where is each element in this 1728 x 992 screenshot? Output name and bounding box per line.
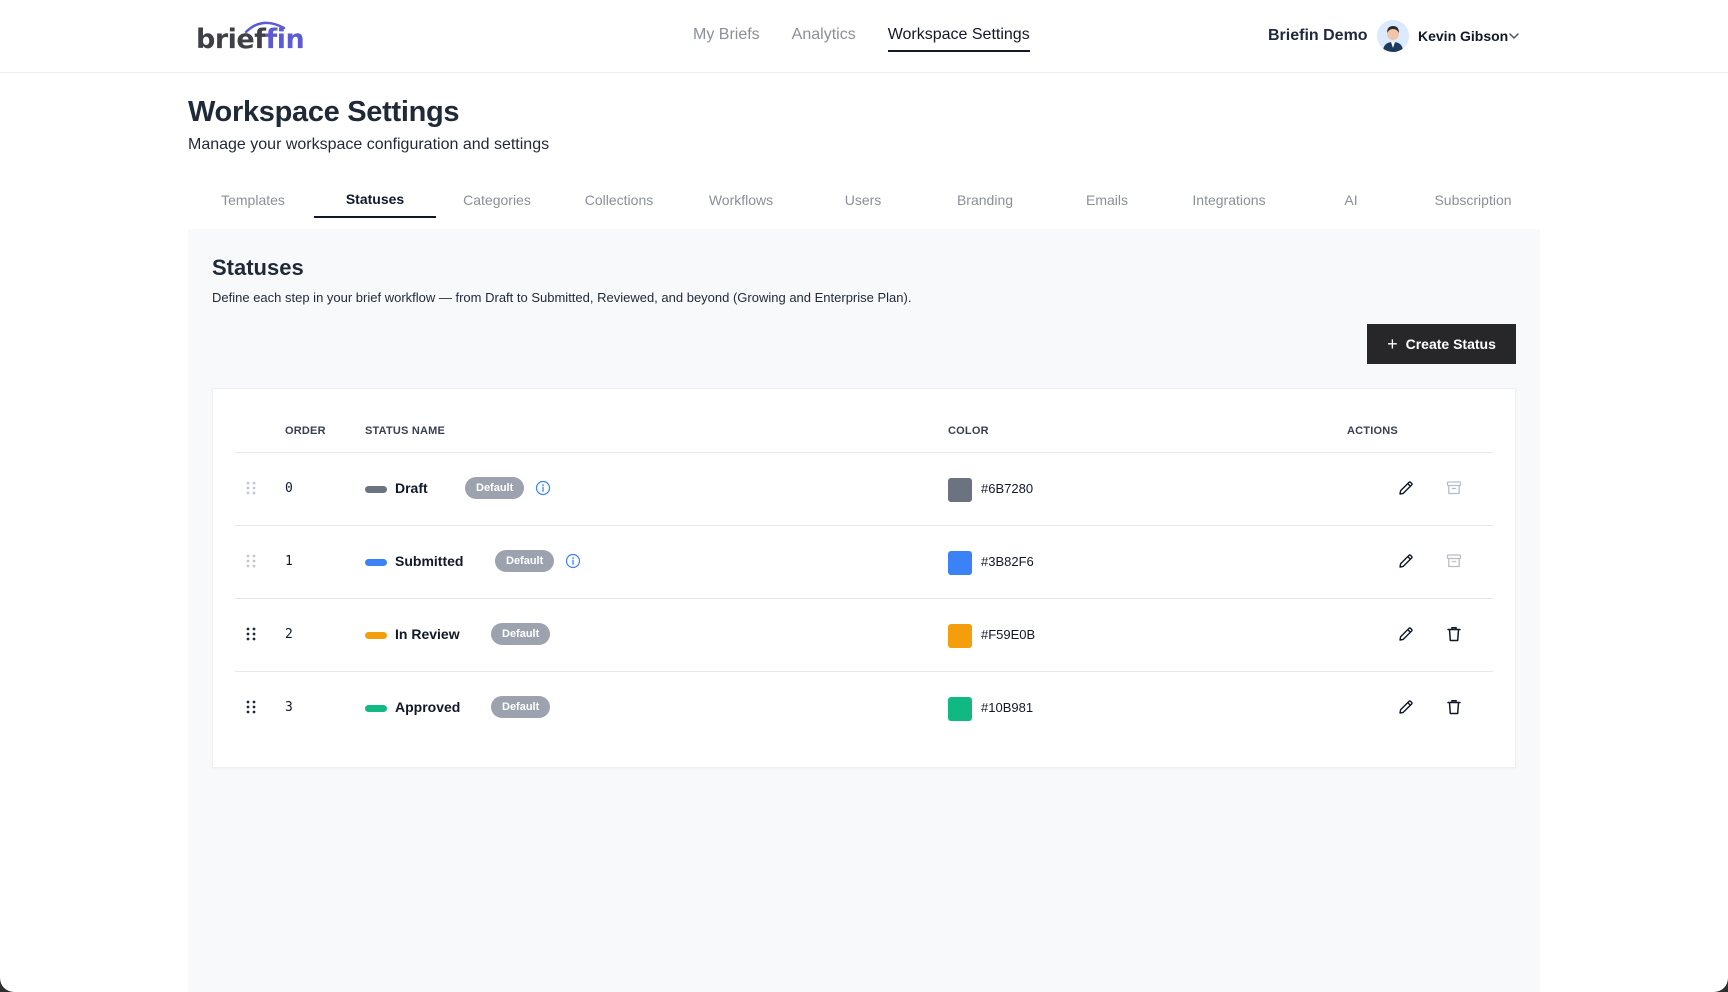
nav-workspace-settings[interactable]: Workspace Settings bbox=[887, 26, 1030, 52]
top-navigation-bar: brieffin My Briefs Analytics Workspace S… bbox=[0, 0, 1728, 73]
column-header-actions: ACTIONS bbox=[1347, 425, 1398, 437]
tab-categories[interactable]: Categories bbox=[436, 186, 558, 218]
tab-users[interactable]: Users bbox=[802, 186, 924, 218]
info-icon[interactable] bbox=[535, 480, 551, 496]
archive-icon bbox=[1445, 552, 1463, 575]
color-swatch[interactable] bbox=[948, 551, 972, 575]
color-hex: #F59E0B bbox=[981, 627, 1036, 642]
color-hex: #3B82F6 bbox=[981, 554, 1034, 569]
status-name: In Review bbox=[395, 626, 460, 642]
settings-tabs: Templates Statuses Categories Collection… bbox=[192, 186, 1534, 218]
workspace-name[interactable]: Briefin Demo bbox=[1268, 27, 1368, 45]
create-status-label: Create Status bbox=[1405, 336, 1496, 352]
briefin-logo[interactable]: brieffin bbox=[196, 18, 305, 58]
nav-analytics[interactable]: Analytics bbox=[792, 26, 856, 52]
logo-text-accent: in bbox=[276, 24, 305, 55]
create-status-button[interactable]: + Create Status bbox=[1367, 324, 1516, 364]
drag-handle-icon[interactable] bbox=[245, 554, 257, 568]
trash-icon[interactable] bbox=[1445, 698, 1463, 721]
trash-icon[interactable] bbox=[1445, 625, 1463, 648]
column-header-color: COLOR bbox=[948, 425, 989, 437]
statuses-table: ORDER STATUS NAME COLOR ACTIONS 0 Draft … bbox=[212, 388, 1516, 768]
status-name: Submitted bbox=[395, 553, 464, 569]
statuses-panel: Statuses Define each step in your brief … bbox=[188, 229, 1540, 992]
drag-handle-icon[interactable] bbox=[245, 481, 257, 495]
column-header-status-name: STATUS NAME bbox=[365, 425, 446, 437]
status-order: 0 bbox=[285, 481, 293, 496]
table-row: 3 Approved Default #10B981 bbox=[235, 672, 1493, 745]
user-avatar[interactable] bbox=[1377, 20, 1409, 52]
status-color-pill bbox=[365, 705, 387, 712]
status-color-pill bbox=[365, 486, 387, 493]
logo-text-f: f bbox=[265, 24, 277, 55]
status-order: 2 bbox=[285, 627, 293, 642]
status-color-pill bbox=[365, 559, 387, 566]
plus-icon: + bbox=[1387, 334, 1398, 354]
edit-icon[interactable] bbox=[1397, 698, 1415, 716]
tab-subscription[interactable]: Subscription bbox=[1412, 186, 1534, 218]
status-name: Approved bbox=[395, 699, 461, 715]
table-header: ORDER STATUS NAME COLOR ACTIONS bbox=[235, 415, 1493, 453]
edit-icon[interactable] bbox=[1397, 479, 1415, 497]
drag-handle-icon[interactable] bbox=[245, 700, 257, 714]
color-swatch[interactable] bbox=[948, 624, 972, 648]
drag-handle-icon[interactable] bbox=[245, 627, 257, 641]
color-swatch[interactable] bbox=[948, 478, 972, 502]
page-title: Workspace Settings bbox=[188, 96, 460, 128]
color-swatch[interactable] bbox=[948, 697, 972, 721]
archive-icon bbox=[1445, 479, 1463, 502]
column-header-order: ORDER bbox=[285, 425, 326, 437]
logo-text-main: brief bbox=[196, 24, 266, 55]
chevron-down-icon[interactable] bbox=[1508, 30, 1520, 42]
app-window: brieffin My Briefs Analytics Workspace S… bbox=[0, 0, 1728, 992]
tab-templates[interactable]: Templates bbox=[192, 186, 314, 218]
nav-my-briefs[interactable]: My Briefs bbox=[693, 26, 760, 52]
default-badge: Default bbox=[491, 696, 551, 718]
default-badge: Default bbox=[495, 550, 555, 572]
tab-collections[interactable]: Collections bbox=[558, 186, 680, 218]
tab-emails[interactable]: Emails bbox=[1046, 186, 1168, 218]
default-badge: Default bbox=[491, 623, 551, 645]
tab-integrations[interactable]: Integrations bbox=[1168, 186, 1290, 218]
status-name: Draft bbox=[395, 480, 428, 496]
edit-icon[interactable] bbox=[1397, 625, 1415, 643]
table-row: 2 In Review Default #F59E0B bbox=[235, 599, 1493, 672]
tab-workflows[interactable]: Workflows bbox=[680, 186, 802, 218]
tab-ai[interactable]: AI bbox=[1290, 186, 1412, 218]
status-order: 3 bbox=[285, 700, 293, 715]
color-hex: #6B7280 bbox=[981, 481, 1034, 496]
section-title: Statuses bbox=[212, 255, 304, 280]
tab-statuses[interactable]: Statuses bbox=[314, 186, 436, 218]
section-description: Define each step in your brief workflow … bbox=[212, 290, 912, 305]
user-name[interactable]: Kevin Gibson bbox=[1418, 28, 1508, 44]
edit-icon[interactable] bbox=[1397, 552, 1415, 570]
main-nav: My Briefs Analytics Workspace Settings bbox=[693, 26, 1030, 52]
info-icon[interactable] bbox=[565, 553, 581, 569]
tab-branding[interactable]: Branding bbox=[924, 186, 1046, 218]
color-hex: #10B981 bbox=[981, 700, 1034, 715]
logo-text: brieffin bbox=[196, 24, 305, 55]
status-color-pill bbox=[365, 632, 387, 639]
default-badge: Default bbox=[465, 477, 525, 499]
avatar-person-icon bbox=[1377, 20, 1409, 52]
table-row: 1 Submitted Default #3B82F6 bbox=[235, 526, 1493, 599]
status-order: 1 bbox=[285, 554, 293, 569]
page-subtitle: Manage your workspace configuration and … bbox=[188, 136, 550, 153]
table-row: 0 Draft Default #6B7280 bbox=[235, 453, 1493, 526]
